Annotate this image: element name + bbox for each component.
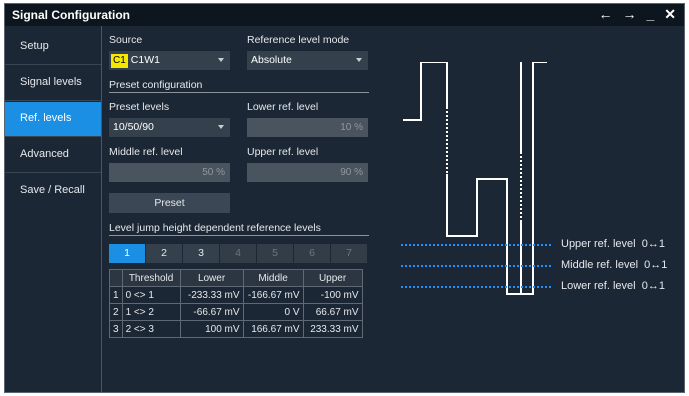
lower-ref-diagram-suffix: 0↔1 — [641, 280, 665, 292]
tab-3[interactable]: 3 — [183, 244, 219, 263]
tab-7: 7 — [331, 244, 367, 263]
sidebar-item-label: Signal levels — [20, 76, 82, 88]
lower-header: Lower — [179, 269, 244, 287]
preset-levels-label: Preset levels — [109, 101, 170, 113]
middle-header: Middle — [242, 269, 304, 287]
close-icon[interactable]: ✕ — [664, 6, 676, 23]
source-select[interactable]: C1 C1W1 — [109, 51, 230, 70]
lower-cell[interactable]: -233.33 mV — [179, 286, 244, 304]
lower-ref-field[interactable]: 10 % — [247, 118, 368, 137]
middle-cell[interactable]: 0 V — [242, 303, 304, 321]
lower-cell[interactable]: -66.67 mV — [179, 303, 244, 321]
sidebar-item-setup[interactable]: Setup — [5, 30, 101, 64]
tab-6: 6 — [294, 244, 330, 263]
sidebar-item-advanced[interactable]: Advanced — [5, 138, 101, 172]
table-row[interactable]: 1 0 <> 1 -233.33 mV -166.67 mV -100 mV — [109, 286, 363, 304]
divider — [5, 100, 101, 101]
sidebar-item-label: Advanced — [20, 148, 69, 160]
chevron-down-icon — [218, 58, 224, 62]
ref-mode-label: Reference level mode — [247, 34, 350, 46]
window-title: Signal Configuration — [12, 8, 130, 22]
tab-5: 5 — [257, 244, 293, 263]
middle-ref-diagram-label: Middle ref. level 0↔1 — [561, 259, 667, 271]
row-index: 1 — [109, 286, 123, 304]
divider — [109, 92, 369, 93]
threshold-cell: 0 <> 1 — [121, 286, 181, 304]
preset-levels-select[interactable]: 10/50/90 — [109, 118, 230, 137]
sidebar-item-save-recall[interactable]: Save / Recall — [5, 174, 101, 208]
sidebar-item-label: Ref. levels — [20, 112, 72, 124]
arrow-right-icon[interactable]: → — [622, 6, 636, 23]
upper-ref-diagram-suffix: 0↔1 — [641, 238, 665, 250]
tab-2[interactable]: 2 — [146, 244, 182, 263]
ref-mode-value: Absolute — [251, 54, 292, 66]
upper-ref-field[interactable]: 90 % — [247, 163, 368, 182]
source-value: C1W1 — [130, 54, 160, 66]
jump-section-title: Level jump height dependent reference le… — [109, 222, 321, 234]
middle-cell[interactable]: -166.67 mV — [242, 286, 304, 304]
upper-cell[interactable]: 233.33 mV — [302, 320, 363, 338]
reference-levels-table: Threshold Lower Middle Upper 1 0 <> 1 -2… — [109, 269, 363, 338]
sidebar-item-ref-levels[interactable]: Ref. levels — [5, 102, 101, 136]
table-row[interactable]: 2 1 <> 2 -66.67 mV 0 V 66.67 mV — [109, 303, 363, 321]
chevron-down-icon — [218, 125, 224, 129]
chevron-down-icon — [356, 58, 362, 62]
minimize-icon[interactable]: _ — [646, 6, 654, 23]
row-index: 3 — [109, 320, 123, 338]
upper-cell[interactable]: -100 mV — [302, 286, 363, 304]
title-bar: Signal Configuration ← → _ ✕ — [5, 4, 684, 26]
source-label: Source — [109, 34, 143, 46]
tab-4: 4 — [220, 244, 256, 263]
table-header-row: Threshold Lower Middle Upper — [109, 269, 363, 287]
upper-ref-diagram-label: Upper ref. level 0↔1 — [561, 238, 665, 250]
middle-ref-diagram-suffix: 0↔1 — [644, 259, 668, 271]
sidebar: Setup Signal levels Ref. levels Advanced… — [5, 26, 102, 392]
index-header — [109, 269, 123, 287]
middle-cell[interactable]: 166.67 mV — [242, 320, 304, 338]
divider — [5, 64, 101, 65]
tab-1[interactable]: 1 — [109, 244, 145, 263]
divider — [5, 172, 101, 173]
divider — [5, 136, 101, 137]
divider — [109, 235, 369, 236]
upper-header: Upper — [302, 269, 363, 287]
signal-waveform — [403, 62, 448, 121]
upper-ref-label: Upper ref. level — [247, 146, 319, 158]
sidebar-item-label: Setup — [20, 40, 49, 52]
lower-ref-diagram-label: Lower ref. level 0↔1 — [561, 280, 665, 292]
arrow-left-icon[interactable]: ← — [598, 6, 612, 23]
middle-ref-field[interactable]: 50 % — [109, 163, 230, 182]
lower-ref-label: Lower ref. level — [247, 101, 319, 113]
sidebar-item-label: Save / Recall — [20, 184, 85, 196]
preset-section-title: Preset configuration — [109, 79, 203, 91]
ref-level-lines — [401, 244, 551, 288]
middle-ref-label: Middle ref. level — [109, 146, 183, 158]
middle-ref-diagram-text: Middle ref. level — [561, 259, 639, 271]
row-index: 2 — [109, 303, 123, 321]
table-row[interactable]: 3 2 <> 3 100 mV 166.67 mV 233.33 mV — [109, 320, 363, 338]
signal-configuration-window: Signal Configuration ← → _ ✕ Setup Signa… — [4, 3, 685, 393]
sidebar-item-signal-levels[interactable]: Signal levels — [5, 66, 101, 100]
upper-ref-diagram-text: Upper ref. level — [561, 238, 636, 250]
lower-cell[interactable]: 100 mV — [179, 320, 244, 338]
lower-ref-diagram-text: Lower ref. level — [561, 280, 636, 292]
ref-mode-select[interactable]: Absolute — [247, 51, 368, 70]
threshold-header: Threshold — [121, 269, 181, 287]
source-badge: C1 — [111, 54, 128, 68]
threshold-cell: 2 <> 3 — [121, 320, 181, 338]
preset-levels-value: 10/50/90 — [113, 121, 154, 133]
preset-button[interactable]: Preset — [109, 193, 230, 213]
threshold-cell: 1 <> 2 — [121, 303, 181, 321]
upper-cell[interactable]: 66.67 mV — [302, 303, 363, 321]
